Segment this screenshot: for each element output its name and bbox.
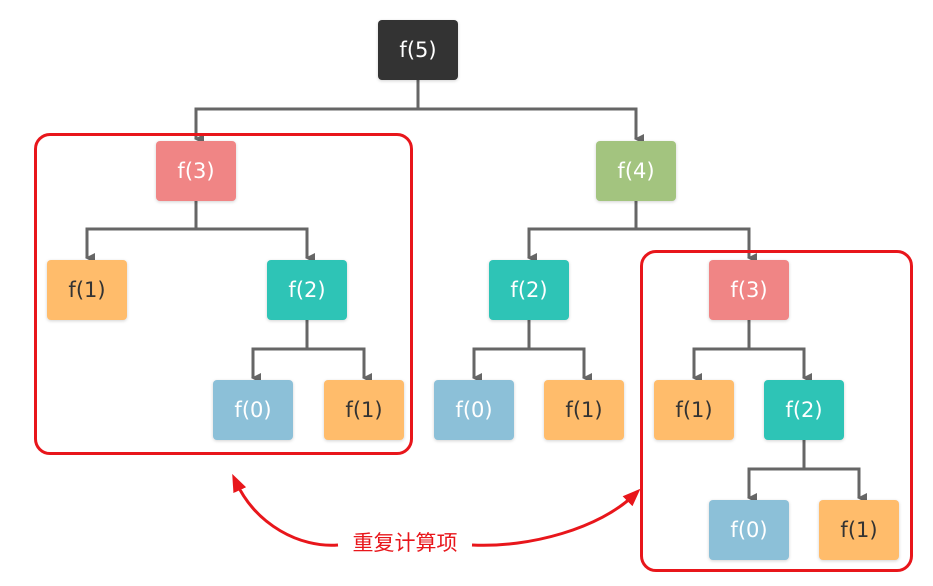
tree-edge-n-f4-to-n-f2-b: [527, 201, 638, 263]
tree-node-label: f(1): [565, 398, 603, 422]
tree-node-f3-n-f3-left: f(3): [156, 141, 236, 201]
tree-node-label: f(0): [455, 398, 493, 422]
tree-node-f2-n-f2-a: f(2): [267, 260, 347, 320]
tree-edge-n-f5-to-n-f4: [416, 80, 644, 144]
tree-node-label: f(4): [617, 159, 655, 183]
duplicate-arrow-left: [232, 473, 339, 547]
recursion-tree-diagram: f(5) f(3) f(4) f(1) f(2) f(0) f(1) f(2) f(3) f(0)…: [0, 0, 933, 586]
tree-node-label: f(0): [730, 518, 768, 542]
tree-node-label: f(5): [399, 38, 437, 62]
tree-node-f1-n-f1-b: f(1): [324, 380, 404, 440]
tree-node-f1-n-f1-c: f(1): [544, 380, 624, 440]
tree-node-f0-n-f0-b: f(0): [434, 380, 514, 440]
duplicate-calculation-caption: 重复计算项: [352, 531, 458, 555]
tree-edge-n-f5-to-n-f3-left: [194, 80, 420, 144]
tree-node-f4-n-f4: f(4): [596, 141, 676, 201]
tree-node-label: f(1): [840, 518, 878, 542]
tree-node-label: f(1): [345, 398, 383, 422]
tree-node-f1-n-f1-d: f(1): [654, 380, 734, 440]
tree-node-f5-n-f5: f(5): [378, 20, 458, 80]
tree-node-label: f(0): [234, 398, 272, 422]
tree-node-label: f(3): [730, 278, 768, 302]
tree-node-f0-n-f0-a: f(0): [213, 380, 293, 440]
tree-node-f1-n-f1-e: f(1): [819, 500, 899, 560]
tree-node-f3-n-f3-right: f(3): [709, 260, 789, 320]
tree-node-label: f(1): [68, 278, 106, 302]
tree-edge-n-f2-b-to-n-f0-b: [472, 320, 531, 383]
tree-node-label: f(1): [675, 398, 713, 422]
tree-node-label: f(2): [288, 278, 326, 302]
tree-node-f2-n-f2-b: f(2): [489, 260, 569, 320]
tree-edge-n-f2-b-to-n-f1-c: [527, 320, 592, 383]
tree-node-label: f(2): [785, 398, 823, 422]
tree-node-f0-n-f0-c: f(0): [709, 500, 789, 560]
tree-node-f1-n-f1-a: f(1): [47, 260, 127, 320]
tree-node-label: f(3): [177, 159, 215, 183]
tree-node-label: f(2): [510, 278, 548, 302]
tree-node-f2-n-f2-c: f(2): [764, 380, 844, 440]
duplicate-arrow-right: [471, 488, 641, 547]
